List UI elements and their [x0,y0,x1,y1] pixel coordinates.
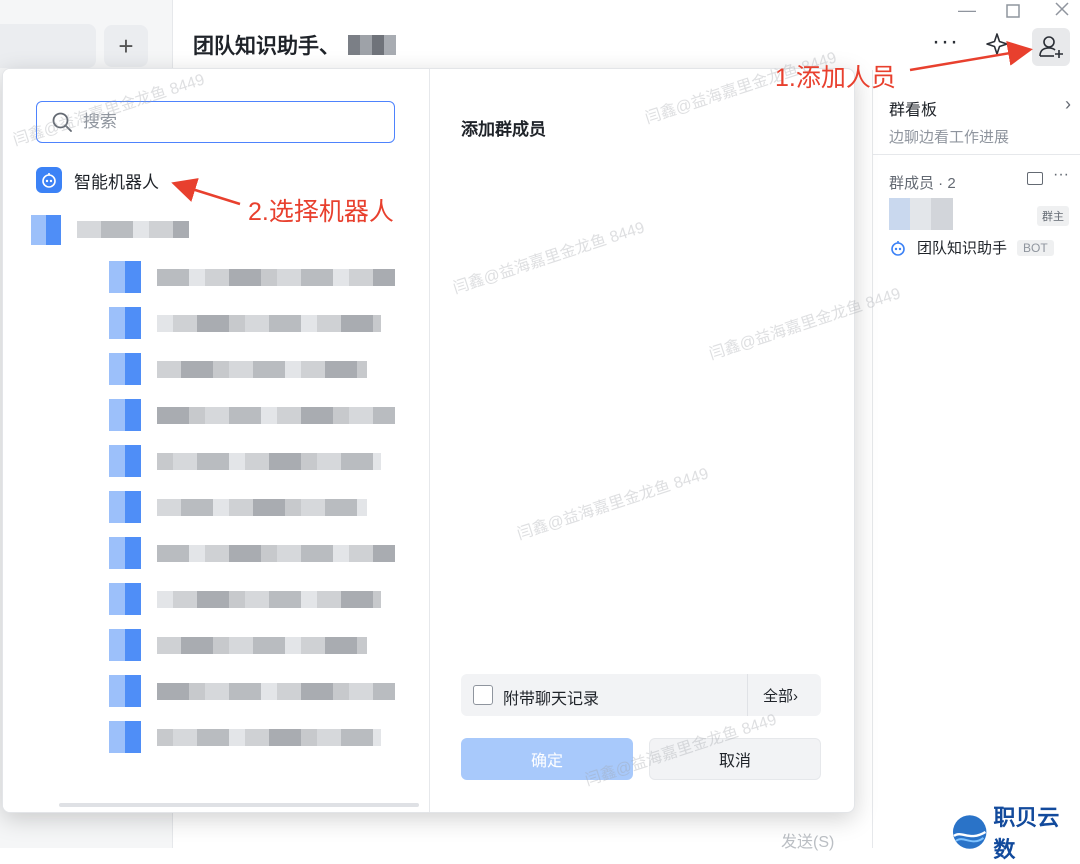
confirm-button[interactable]: 确定 [461,738,633,780]
bot-badge: BOT [1017,239,1054,256]
redacted-title-part [348,35,396,55]
brand-logo: 职贝云数 [950,800,1080,864]
redacted-contact-row [157,637,367,654]
robot-icon [36,167,62,193]
add-member-button[interactable] [1032,28,1070,66]
member-bot-row[interactable]: 团队知识助手 BOT [889,237,1054,258]
dialog-title: 添加群成员 [461,120,546,139]
attach-history-label: 附带聊天记录 [503,691,600,708]
plus-icon: + [118,31,134,61]
group-board-title: 群看板 [889,102,938,119]
group-info-panel: 群看板 边聊边看工作进展 › 群成员 · 2 ··· 群主 团队知识助手 BOT [872,70,1080,848]
members-count-label: 群成员 · 2 [889,175,956,192]
chevron-right-icon: › [793,688,799,705]
brand-name: 职贝云数 [993,805,1060,862]
redacted-avatar [109,399,141,431]
chat-title: 团队知识助手、 [193,35,340,58]
brand-wave-icon [952,815,987,849]
redacted-avatar [31,215,61,245]
redacted-contact-row [157,591,381,608]
close-window-icon[interactable] [1054,1,1070,22]
history-range-selector[interactable]: 全部› [763,685,798,706]
redacted-avatar [109,583,141,615]
redacted-contact-row [157,453,381,470]
maximize-icon[interactable] [1006,2,1020,23]
attach-history-checkbox[interactable] [473,685,493,705]
history-range-label: 全部 [763,688,794,705]
add-person-icon [1039,36,1063,58]
redacted-avatar [109,445,141,477]
smart-robot-label: 智能机器人 [74,172,159,192]
annotation-step-2: 2.选择机器人 [248,198,394,226]
bot-member-name: 团队知识助手 [917,240,1008,257]
search-box[interactable] [36,101,395,143]
contact-picker-panel: 智能机器人 [3,69,430,812]
redacted-contact-row [157,361,367,378]
redacted-avatar [109,307,141,339]
sparkle-icon[interactable] [985,32,1009,60]
search-icon [52,112,72,132]
redacted-contact-row [157,545,395,562]
selected-members-panel: 添加群成员 附带聊天记录 全部› 确定 取消 [430,69,854,812]
robot-icon [891,240,905,256]
redacted-contact-row [157,269,395,286]
redacted-contact-row [157,499,367,516]
redacted-avatar [109,721,141,753]
horizontal-scrollbar[interactable] [59,803,419,807]
smart-robot-item[interactable]: 智能机器人 [36,167,159,193]
group-board-subtitle: 边聊边看工作进展 [889,129,1010,146]
group-board-section[interactable]: 群看板 边聊边看工作进展 [889,96,1009,147]
mail-icon[interactable] [1027,172,1043,185]
search-input[interactable] [81,111,375,133]
chevron-right-icon[interactable]: › [1065,94,1071,115]
owner-badge: 群主 [1037,206,1069,226]
redacted-avatar [109,675,141,707]
redacted-avatar [109,537,141,569]
attach-history-row: 附带聊天记录 全部› [461,674,821,716]
member-avatar-redacted[interactable] [889,198,953,230]
annotation-step-1: 1.添加人员 [775,64,896,92]
minimize-icon[interactable]: — [958,0,976,21]
send-button[interactable]: 发送(S) [781,828,834,852]
annotation-arrow-1 [909,41,1033,72]
redacted-avatar [109,261,141,293]
conversation-search-bar[interactable] [0,24,96,68]
redacted-avatar [109,629,141,661]
redacted-avatar [109,353,141,385]
add-members-dialog: 智能机器人 添加群成员 附带聊天记录 全部› 确定 取消 [2,68,855,813]
redacted-contact-row [77,221,189,238]
members-more-icon[interactable]: ··· [1053,166,1069,184]
divider [873,154,1080,155]
redacted-avatar [109,491,141,523]
redacted-contact-row [157,729,381,746]
divider [747,674,748,716]
redacted-contact-row [157,407,395,424]
redacted-contact-row [157,315,381,332]
redacted-contact-row [157,683,395,700]
new-chat-button[interactable]: + [104,25,148,67]
cancel-button[interactable]: 取消 [649,738,821,780]
more-options-icon[interactable]: ··· [932,30,959,54]
